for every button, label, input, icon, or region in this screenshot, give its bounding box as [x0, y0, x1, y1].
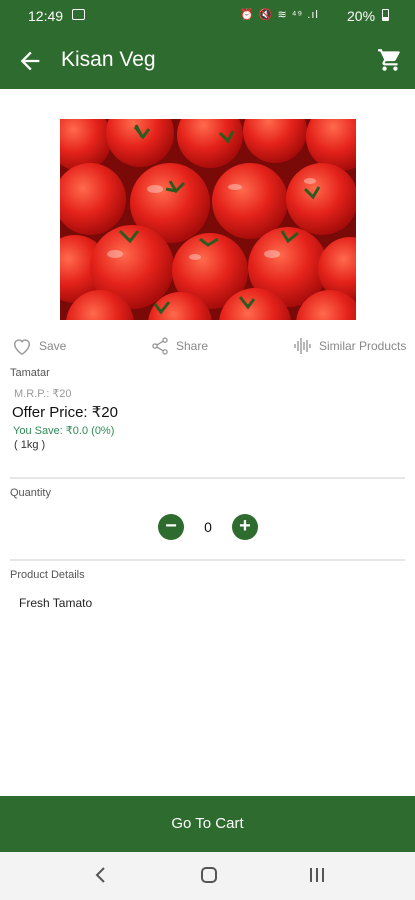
- status-time: 12:49: [28, 8, 64, 24]
- similar-products-label: Similar Products: [319, 339, 407, 353]
- mrp-price: M.R.P.: ₹20: [14, 388, 72, 400]
- quantity-value: 0: [204, 519, 212, 535]
- nav-back-icon[interactable]: [92, 864, 110, 891]
- back-arrow-icon[interactable]: [16, 47, 44, 75]
- product-name: Tamatar: [10, 367, 50, 379]
- battery-icon: [382, 9, 389, 21]
- similar-products-action[interactable]: Similar Products: [293, 336, 406, 356]
- quantity-label: Quantity: [10, 487, 51, 499]
- nav-recents-icon[interactable]: [307, 864, 327, 891]
- go-to-cart-button[interactable]: Go To Cart: [0, 796, 415, 852]
- cart-icon[interactable]: [377, 47, 403, 73]
- heart-icon: [13, 339, 31, 356]
- product-unit: ( 1kg ): [14, 439, 46, 451]
- share-action[interactable]: Share: [150, 336, 208, 356]
- system-nav-bar: [0, 852, 415, 900]
- product-actions: Save Share Similar Products: [0, 336, 415, 362]
- you-save: You Save: ₹0.0 (0%): [13, 425, 115, 437]
- product-details-text: Fresh Tamato: [19, 596, 93, 610]
- share-label: Share: [176, 339, 209, 353]
- save-label: Save: [39, 339, 67, 353]
- gallery-icon: [72, 9, 85, 20]
- app-bar: Kisan Veg: [0, 33, 415, 89]
- quantity-stepper: − 0 +: [158, 514, 258, 542]
- increase-quantity-button[interactable]: +: [232, 514, 258, 540]
- decrease-quantity-button[interactable]: −: [158, 514, 184, 540]
- save-action[interactable]: Save: [11, 336, 66, 356]
- status-bar: 12:49 ⏰ 🔇 ≋ ⁴⁹ .ıl 20%: [0, 0, 415, 33]
- divider: [10, 559, 405, 561]
- system-status-icons: ⏰ 🔇 ≋ ⁴⁹ .ıl: [240, 9, 319, 21]
- offer-price: Offer Price: ₹20: [12, 404, 118, 421]
- product-image: [60, 119, 356, 320]
- nav-home-icon[interactable]: [199, 864, 219, 891]
- battery-percent: 20%: [347, 8, 376, 24]
- product-details-label: Product Details: [10, 569, 85, 581]
- page-title: Kisan Veg: [61, 48, 156, 71]
- sound-wave-icon: [294, 338, 311, 354]
- share-icon: [152, 337, 168, 355]
- divider: [10, 477, 405, 479]
